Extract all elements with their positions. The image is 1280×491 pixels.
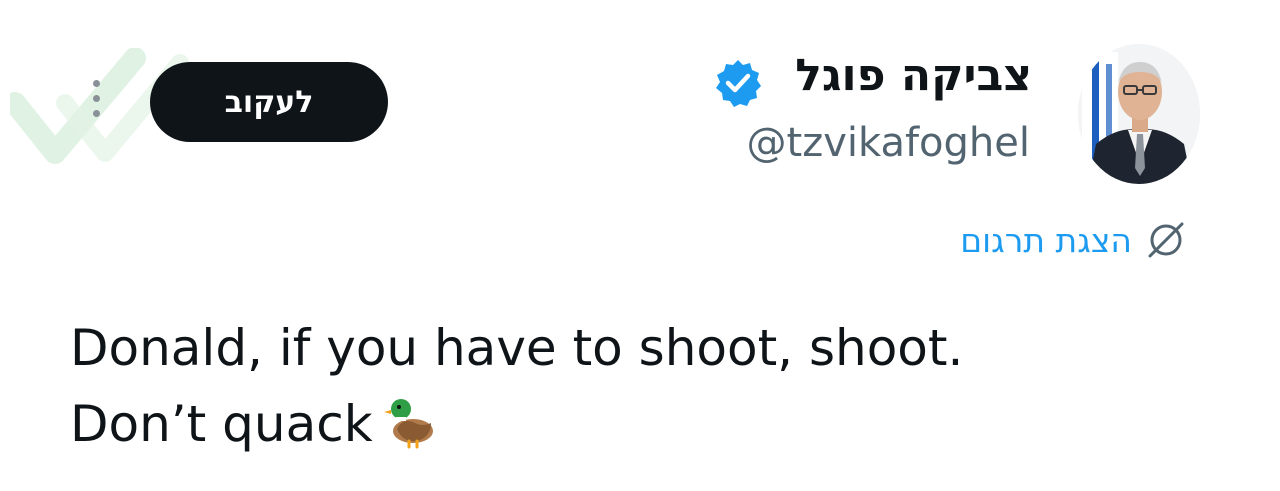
- globe-slash-icon: [1148, 222, 1184, 258]
- tweet-line-2: Don’t quack: [70, 386, 1220, 462]
- avatar-photo-icon: [1078, 44, 1200, 184]
- more-options-icon[interactable]: [86, 80, 106, 130]
- follow-button[interactable]: לעקוב: [150, 62, 388, 142]
- avatar[interactable]: [1078, 44, 1200, 184]
- verified-badge-icon: [716, 60, 761, 107]
- display-name[interactable]: צביקה פוגל: [795, 50, 1032, 101]
- tweet-line-1: Donald, if you have to shoot, shoot.: [70, 319, 964, 377]
- tweet-line-2-text: Don’t quack: [70, 395, 373, 453]
- translate-label: הצגת תרגום: [960, 220, 1132, 260]
- show-translation-link[interactable]: הצגת תרגום: [960, 218, 1188, 262]
- user-handle[interactable]: @tzvikafoghel: [747, 120, 1030, 166]
- duck-emoji-icon: [383, 399, 433, 449]
- tweet-text: Donald, if you have to shoot, shoot. Don…: [70, 310, 1220, 462]
